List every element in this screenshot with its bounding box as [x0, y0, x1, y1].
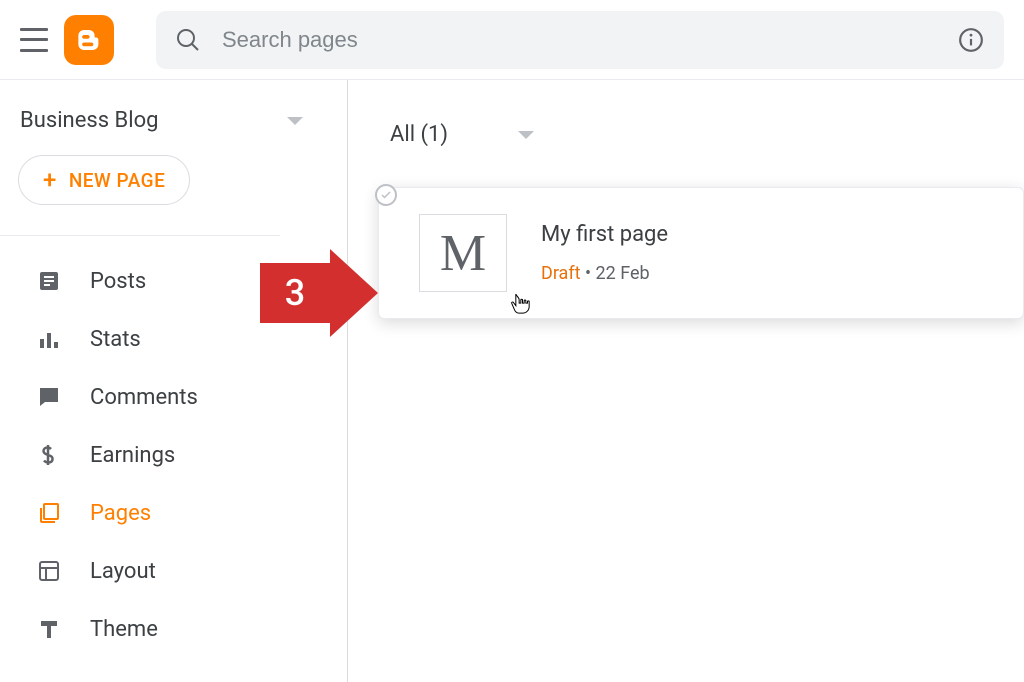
posts-icon: [36, 268, 62, 294]
blog-selector[interactable]: Business Blog: [0, 80, 347, 155]
hamburger-menu-icon[interactable]: [20, 28, 48, 52]
sidebar-item-pages[interactable]: Pages: [0, 484, 347, 542]
sidebar-item-label: Pages: [90, 501, 151, 526]
blog-title: Business Blog: [20, 108, 158, 133]
sidebar-item-label: Earnings: [90, 443, 175, 468]
theme-icon: [36, 616, 62, 642]
thumbnail-letter: M: [440, 224, 486, 283]
sidebar-item-label: Layout: [90, 559, 156, 584]
sidebar-item-label: Comments: [90, 385, 198, 410]
search-icon[interactable]: [176, 28, 200, 52]
sidebar-item-layout[interactable]: Layout: [0, 542, 347, 600]
page-card-text: My first page Draft • 22 Feb: [541, 222, 668, 284]
search-bar: [156, 11, 1004, 69]
new-page-button[interactable]: + NEW PAGE: [18, 155, 190, 205]
search-input[interactable]: [222, 27, 936, 53]
sidebar-item-comments[interactable]: Comments: [0, 368, 347, 426]
page-list-item[interactable]: M My first page Draft • 22 Feb: [378, 187, 1024, 319]
filter-label: All (1): [390, 122, 448, 147]
pages-icon: [36, 500, 62, 526]
page-date: 22 Feb: [596, 263, 650, 284]
stats-icon: [36, 326, 62, 352]
new-page-label: NEW PAGE: [69, 169, 166, 192]
chevron-down-icon: [287, 117, 303, 125]
select-check-icon[interactable]: [375, 184, 397, 206]
page-meta: Draft • 22 Feb: [541, 263, 668, 284]
chevron-down-icon: [518, 131, 534, 139]
layout-icon: [36, 558, 62, 584]
sidebar-item-earnings[interactable]: Earnings: [0, 426, 347, 484]
meta-separator: •: [581, 263, 596, 284]
comments-icon: [36, 384, 62, 410]
main-content: All (1) M My first page Draft • 22 Feb: [348, 80, 1024, 682]
earnings-icon: [36, 442, 62, 468]
pointer-cursor-icon: [510, 292, 530, 320]
annotation-step-number: 3: [260, 263, 330, 323]
arrow-right-icon: [330, 249, 378, 337]
page-thumbnail: M: [419, 214, 507, 292]
sidebar: Business Blog + NEW PAGE Posts Stats: [0, 80, 348, 682]
blogger-logo-icon[interactable]: [64, 15, 114, 65]
sidebar-item-label: Posts: [90, 269, 146, 294]
sidebar-item-theme[interactable]: Theme: [0, 600, 347, 658]
sidebar-item-label: Theme: [90, 617, 158, 642]
info-icon[interactable]: [958, 27, 984, 53]
sidebar-divider: [0, 235, 280, 236]
sidebar-item-label: Stats: [90, 327, 141, 352]
page-title: My first page: [541, 222, 668, 247]
filter-dropdown[interactable]: All (1): [348, 80, 1024, 187]
annotation-arrow: 3: [260, 253, 390, 333]
app-header: [0, 0, 1024, 80]
status-badge: Draft: [541, 263, 581, 284]
plus-icon: +: [43, 168, 57, 192]
